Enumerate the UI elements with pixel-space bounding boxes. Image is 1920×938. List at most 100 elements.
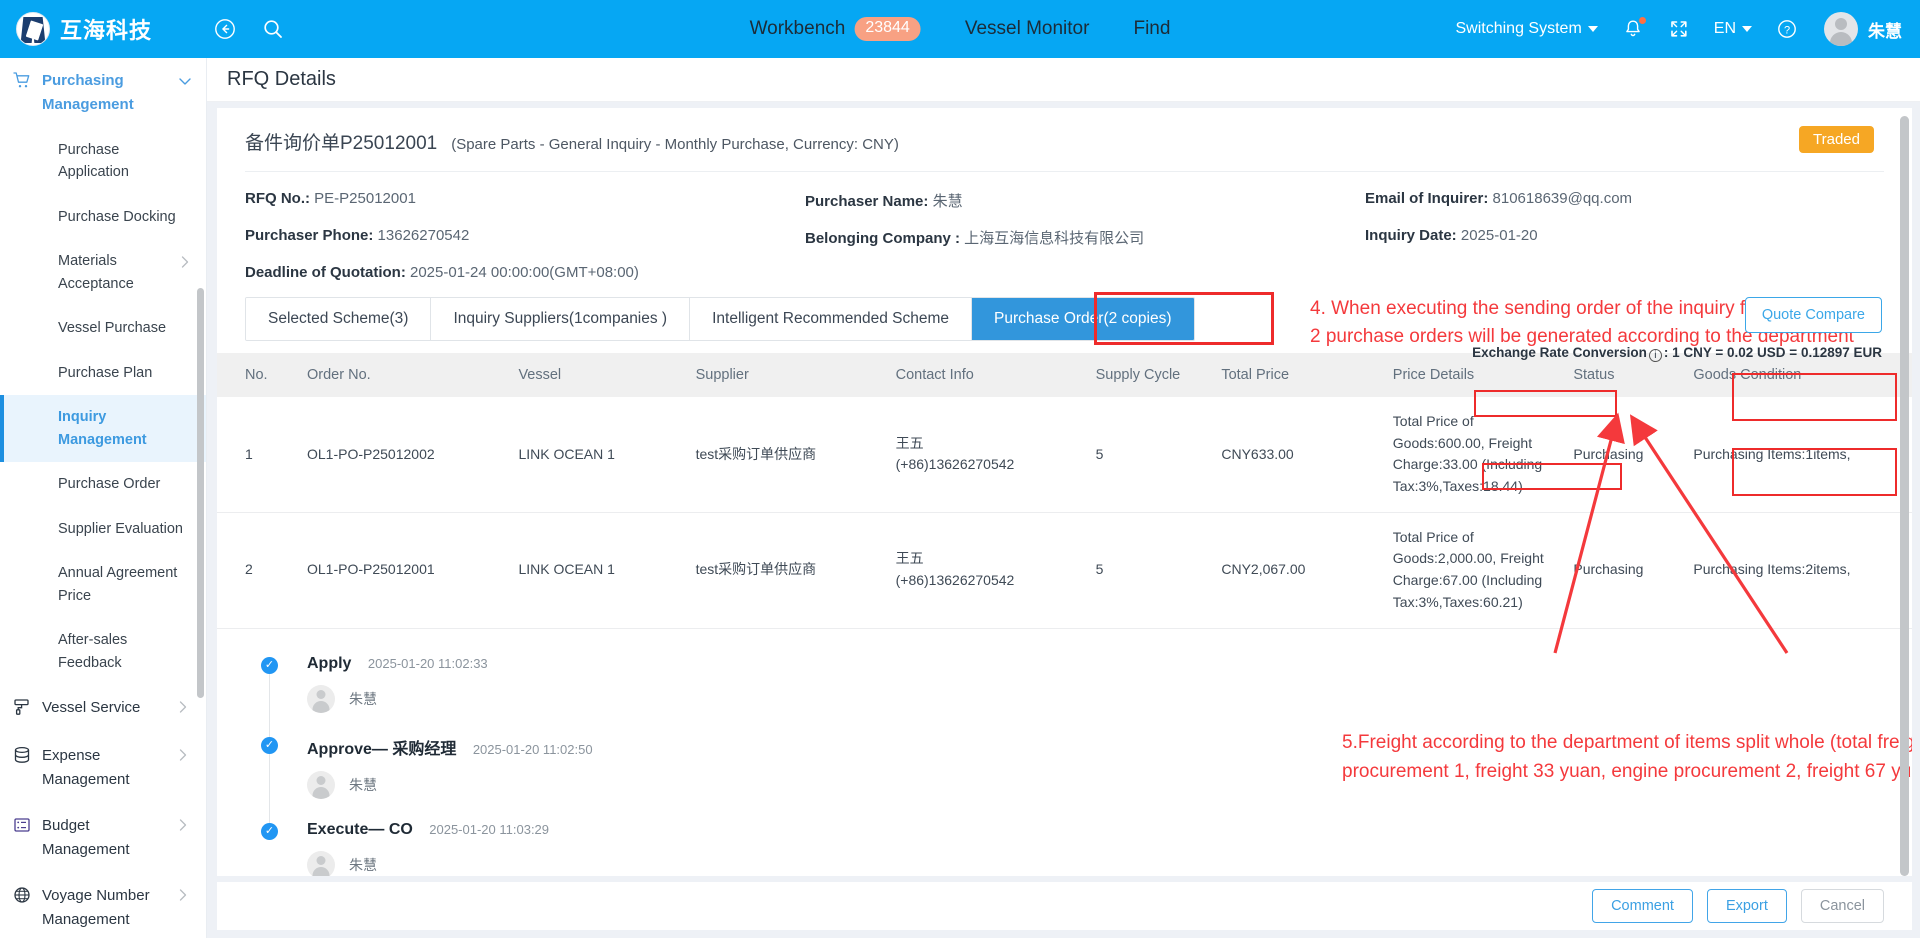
meta-value: PE-P25012001 [314, 190, 416, 207]
help-icon[interactable]: ? [1776, 18, 1798, 40]
svg-text:?: ? [1784, 24, 1790, 36]
comment-button[interactable]: Comment [1592, 889, 1693, 923]
timeline-title: Apply [307, 654, 352, 672]
th-no: No. [217, 353, 297, 397]
tabs-row: Selected Scheme(3) Inquiry Suppliers(1co… [217, 287, 1912, 362]
avatar[interactable] [1824, 12, 1858, 46]
sidebar-group-expense-management[interactable]: Expense Management [0, 733, 206, 803]
cancel-button[interactable]: Cancel [1800, 889, 1884, 923]
sidebar-item-purchase-docking[interactable]: Purchase Docking [0, 195, 206, 239]
back-arrow-icon[interactable] [212, 16, 238, 42]
username-label: 朱慧 [1868, 21, 1902, 41]
sidebar-item-label: Materials Acceptance [58, 253, 134, 292]
table-row[interactable]: 2 OL1-PO-P25012001 LINK OCEAN 1 test采购订单… [217, 512, 1912, 629]
cell-order-no: OL1-PO-P25012002 [297, 397, 509, 513]
chevron-down-icon [179, 69, 193, 91]
sidebar-group-label: Expense Management [42, 747, 130, 789]
tab-inquiry-suppliers[interactable]: Inquiry Suppliers(1companies ) [431, 298, 691, 340]
sidebar-item-after-sales-feedback[interactable]: After-sales Feedback [0, 618, 206, 685]
fullscreen-icon[interactable] [1668, 18, 1690, 40]
tab-bar: Selected Scheme(3) Inquiry Suppliers(1co… [245, 297, 1195, 341]
notifications-bell-icon[interactable] [1622, 16, 1647, 40]
nav-item-find[interactable]: Find [1133, 18, 1170, 40]
info-icon[interactable]: i [1648, 349, 1662, 362]
sidebar-item-inquiry-management[interactable]: Inquiry Management [0, 395, 206, 463]
meta-label: Purchaser Phone: [245, 227, 374, 244]
th-supplier: Supplier [685, 353, 886, 397]
sidebar-group-purchasing-management[interactable]: Purchasing Management [0, 58, 206, 128]
sidebar-scrollbar[interactable] [197, 288, 204, 698]
chevron-down-icon [1742, 26, 1752, 32]
meta-label: RFQ No.: [245, 190, 310, 207]
tab-selected-scheme[interactable]: Selected Scheme(3) [246, 298, 432, 340]
sidebar-item-materials-acceptance[interactable]: Materials Acceptance [0, 239, 206, 306]
search-icon[interactable] [260, 16, 286, 42]
roller-icon [12, 696, 36, 722]
sidebar-group-label: Vessel Service [42, 699, 141, 717]
sidebar-item-label: Inquiry Management [58, 409, 147, 448]
main-content: RFQ Details 备件询价单P25012001 (Spare Parts … [207, 58, 1920, 938]
sidebar-group-voyage-number-management[interactable]: Voyage Number Management [0, 873, 206, 938]
sidebar-item-label: Vessel Purchase [58, 320, 167, 337]
company-logo-icon [16, 12, 50, 46]
meta-value: 13626270542 [377, 227, 470, 244]
sidebar-item-label: Supplier Evaluation [58, 520, 183, 537]
th-order-no: Order No. [297, 353, 509, 397]
sidebar-item-purchase-plan[interactable]: Purchase Plan [0, 351, 206, 395]
meta-email-of-inquirer: Email of Inquirer: 810618639@qq.com [1365, 190, 1884, 211]
meta-info-grid: RFQ No.: PE-P25012001 Purchaser Name: 朱慧… [217, 172, 1912, 287]
exchange-rate-label: Exchange Rate Conversion [1472, 345, 1647, 360]
nav-item-workbench[interactable]: Workbench 23844 [750, 17, 921, 41]
meta-belonging-company: Belonging Company : 上海互海信息科技有限公司 [805, 227, 1365, 248]
notification-dot [1637, 16, 1647, 25]
quote-compare-button[interactable]: Quote Compare [1744, 297, 1882, 333]
check-icon: ✓ [261, 656, 278, 674]
table-row[interactable]: 1 OL1-PO-P25012002 LINK OCEAN 1 test采购订单… [217, 397, 1912, 513]
cell-supplier: test采购订单供应商 [685, 512, 886, 629]
sidebar-group-vessel-service[interactable]: Vessel Service [0, 685, 206, 733]
cart-icon [12, 69, 36, 95]
top-header-bar: 互海科技 Workbench 23844 Vessel Monitor Find… [0, 0, 1920, 58]
timeline-item-apply: ✓ Apply 2025-01-20 11:02:33 朱慧 [261, 654, 1884, 737]
footer-action-bar: Comment Export Cancel [217, 882, 1912, 930]
timeline-user: 朱慧 [307, 684, 1884, 713]
th-total-price: Total Price [1211, 353, 1383, 397]
brand-name: 互海科技 [60, 18, 153, 43]
switching-system-dropdown[interactable]: Switching System [1456, 20, 1598, 38]
cell-total-price: CNY2,067.00 [1211, 512, 1383, 629]
timeline-time: 2025-01-20 11:03:29 [429, 821, 550, 837]
main-nav: Workbench 23844 Vessel Monitor Find [750, 17, 1170, 41]
page-title: RFQ Details [227, 68, 336, 90]
meta-purchaser-name: Purchaser Name: 朱慧 [805, 190, 1365, 211]
purchase-order-table: No. Order No. Vessel Supplier Contact In… [217, 353, 1912, 629]
app-root: 互海科技 Workbench 23844 Vessel Monitor Find… [0, 0, 1920, 938]
sidebar-item-supplier-evaluation[interactable]: Supplier Evaluation [0, 507, 206, 551]
cell-price-details: Total Price of Goods:2,000.00, Freight C… [1382, 512, 1564, 629]
top-right-controls: Switching System EN ? 朱慧 [1432, 12, 1902, 46]
tab-intelligent-recommended-scheme[interactable]: Intelligent Recommended Scheme [690, 298, 973, 340]
meta-label: Belonging Company : [805, 230, 960, 247]
cell-goods-condition: Purchasing Items:2items, [1683, 512, 1912, 629]
sidebar-item-purchase-order[interactable]: Purchase Order [0, 462, 206, 506]
meta-label: Deadline of Quotation: [245, 264, 406, 281]
sidebar-item-vessel-purchase[interactable]: Vessel Purchase [0, 306, 206, 350]
sidebar-item-purchase-application[interactable]: Purchase Application [0, 128, 206, 195]
export-button[interactable]: Export [1706, 889, 1787, 923]
sidebar-group-label: Budget Management [42, 817, 130, 859]
cell-vessel: LINK OCEAN 1 [508, 512, 686, 629]
sidebar-item-annual-agreement-price[interactable]: Annual Agreement Price [0, 551, 206, 618]
nav-item-vessel-monitor[interactable]: Vessel Monitor [965, 18, 1090, 40]
tab-purchase-order[interactable]: Purchase Order(2 copies) [972, 298, 1194, 340]
sidebar-group-budget-management[interactable]: Budget Management [0, 803, 206, 873]
timeline-connector [269, 673, 270, 737]
language-selector[interactable]: EN [1714, 20, 1752, 38]
content-scrollbar[interactable] [1900, 116, 1909, 876]
timeline-title: Execute— CO [307, 820, 413, 838]
timeline-username: 朱慧 [349, 776, 377, 793]
timeline-username: 朱慧 [349, 856, 377, 873]
sidebar-group-label: Purchasing Management [42, 72, 134, 113]
timeline-connector [269, 753, 270, 823]
switching-system-label: Switching System [1455, 20, 1582, 37]
cell-goods-condition: Purchasing Items:1items, [1683, 397, 1912, 513]
brand-logo[interactable]: 互海科技 [0, 12, 190, 46]
